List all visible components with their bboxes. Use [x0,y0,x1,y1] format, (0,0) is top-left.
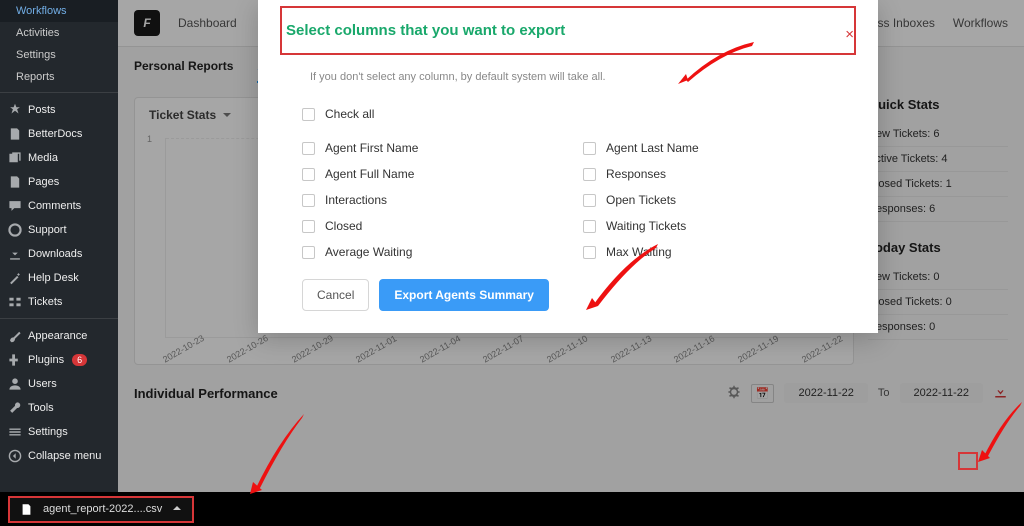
modal-close-button[interactable]: × [845,26,854,43]
checkbox[interactable] [302,168,315,181]
column-option[interactable]: Waiting Tickets [583,213,854,239]
user-icon [8,377,22,391]
pin-icon [8,103,22,117]
column-option[interactable]: Responses [583,161,854,187]
ticket-icon [8,295,22,309]
sidebar-sub-activities[interactable]: Activities [0,22,118,44]
sliders-icon [8,425,22,439]
column-option[interactable]: Closed [302,213,573,239]
export-button[interactable]: Export Agents Summary [379,279,549,311]
checkbox[interactable] [302,194,315,207]
column-option[interactable]: Max Waiting [583,239,854,265]
checkbox[interactable] [302,220,315,233]
page-icon [8,175,22,189]
brush-icon [8,329,22,343]
checkbox[interactable] [583,142,596,155]
downloaded-file-chip[interactable]: agent_report-2022....csv [8,496,194,523]
sidebar-item-settings[interactable]: Settings [0,420,118,444]
sidebar-sub-workflows[interactable]: Workflows [0,0,118,22]
sidebar-item-tickets[interactable]: Tickets [0,290,118,314]
cancel-button[interactable]: Cancel [302,279,369,311]
browser-download-bar: agent_report-2022....csv [0,492,1024,526]
wrench-icon [8,401,22,415]
media-icon [8,151,22,165]
sidebar-collapse[interactable]: Collapse menu [0,444,118,468]
file-icon [20,503,33,516]
checkbox[interactable] [302,142,315,155]
column-option[interactable]: Interactions [302,187,573,213]
column-option[interactable]: Agent Full Name [302,161,573,187]
column-option[interactable]: Agent First Name [302,135,573,161]
column-option[interactable]: Agent Last Name [583,135,854,161]
checkbox[interactable] [583,246,596,259]
admin-sidebar: Workflows Activities Settings Reports Po… [0,0,118,526]
wand-icon [8,271,22,285]
checkbox[interactable] [583,220,596,233]
sidebar-item-users[interactable]: Users [0,372,118,396]
sidebar-item-helpdesk[interactable]: Help Desk [0,266,118,290]
downloaded-file-name: agent_report-2022....csv [43,503,162,515]
sidebar-item-media[interactable]: Media [0,146,118,170]
column-option[interactable]: Open Tickets [583,187,854,213]
plugin-badge: 6 [72,354,87,366]
modal-hint: If you don't select any column, by defau… [310,71,854,83]
plugin-icon [8,353,22,367]
checkbox[interactable] [583,194,596,207]
sidebar-item-posts[interactable]: Posts [0,98,118,122]
chevron-up-icon[interactable] [172,503,182,516]
sidebar-item-support[interactable]: Support [0,218,118,242]
collapse-icon [8,449,22,463]
sidebar-item-pages[interactable]: Pages [0,170,118,194]
doc-icon [8,127,22,141]
sidebar-item-plugins[interactable]: Plugins6 [0,348,118,372]
checkbox[interactable] [583,168,596,181]
sidebar-item-downloads[interactable]: Downloads [0,242,118,266]
comment-icon [8,199,22,213]
check-all-row[interactable]: Check all [302,101,854,127]
column-option[interactable]: Average Waiting [302,239,573,265]
checkbox[interactable] [302,246,315,259]
download-icon [8,247,22,261]
modal-title: Select columns that you want to export [286,22,850,39]
support-icon [8,223,22,237]
checkbox-checkall[interactable] [302,108,315,121]
sidebar-item-tools[interactable]: Tools [0,396,118,420]
checkall-label: Check all [325,107,374,121]
sidebar-item-appearance[interactable]: Appearance [0,324,118,348]
sidebar-sub-settings[interactable]: Settings [0,44,118,66]
sidebar-item-comments[interactable]: Comments [0,194,118,218]
sidebar-item-betterdocs[interactable]: BetterDocs [0,122,118,146]
sidebar-sub-reports[interactable]: Reports [0,66,118,88]
export-columns-modal: Select columns that you want to export ×… [258,0,878,333]
